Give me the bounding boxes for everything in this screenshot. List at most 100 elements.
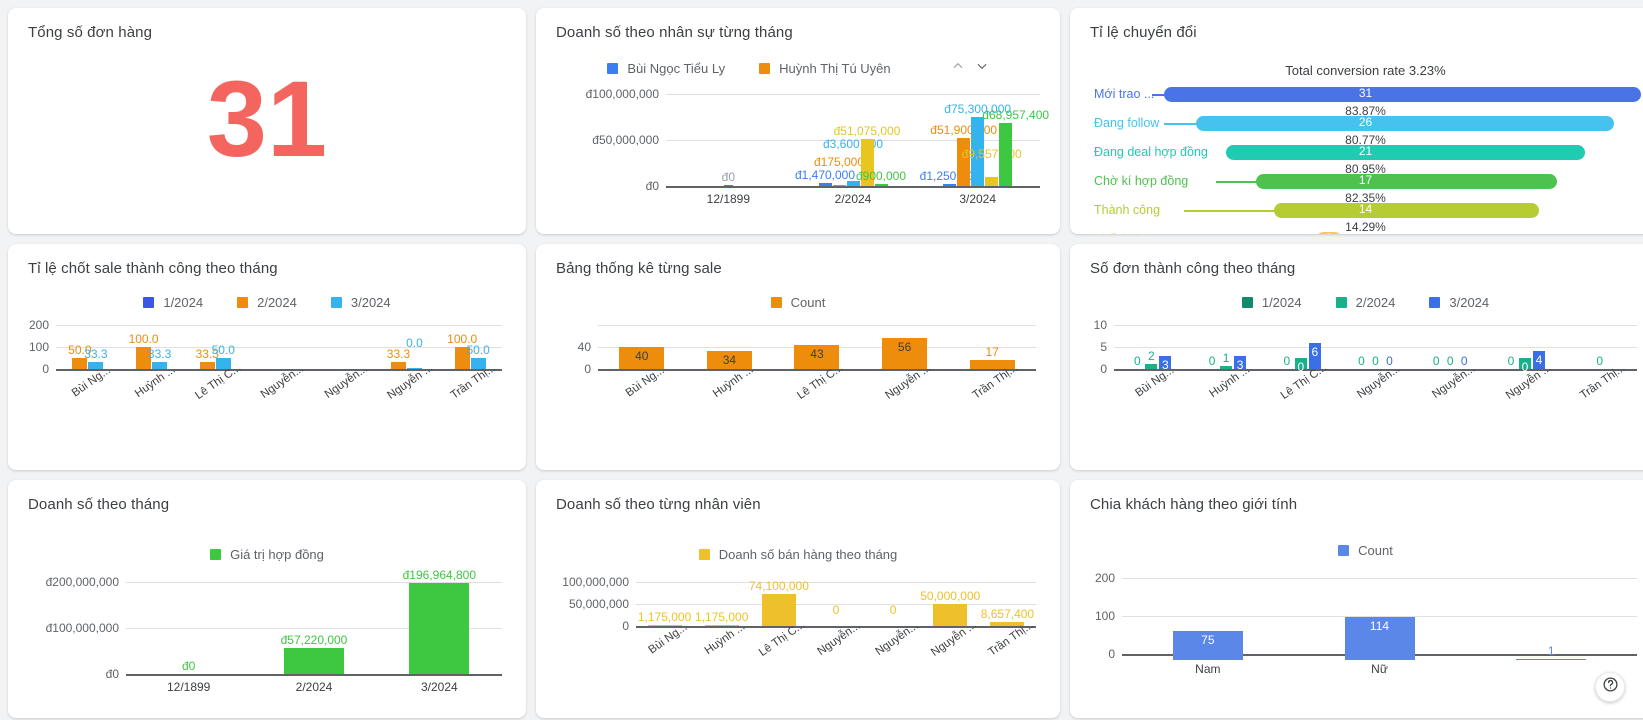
card-total-orders: Tổng số đơn hàng 31 bbox=[8, 8, 526, 234]
legend-item[interactable]: 3/2024 bbox=[330, 295, 391, 310]
legend-item[interactable]: Giá trị hợp đồng bbox=[210, 547, 324, 562]
legend-item[interactable]: 1/2024 bbox=[1241, 295, 1302, 310]
card-gender-split: Chia khách hàng theo giới tính Count 200… bbox=[1070, 480, 1643, 718]
bar[interactable]: đ175,000 bbox=[814, 155, 864, 186]
y-tick-label: 0 bbox=[584, 362, 591, 376]
help-button[interactable] bbox=[1595, 672, 1625, 702]
funnel-pct-row: 14.29% bbox=[1084, 220, 1643, 234]
funnel-pct-row: 80.77% bbox=[1084, 133, 1643, 147]
funnel-stage[interactable]: Đang follow 26 bbox=[1084, 115, 1643, 133]
bar-value-label: đ3,600,000 bbox=[822, 137, 884, 151]
bar[interactable]: 2 bbox=[1145, 349, 1158, 369]
y-tick-label: 0 bbox=[622, 619, 629, 633]
bar-value-label: đ196,964,800 bbox=[402, 568, 477, 582]
bar-value-label: 50.0 bbox=[211, 343, 235, 357]
bar-value-label: 74,100,000 bbox=[748, 579, 809, 593]
legend-label: Huỳnh Thị Tú Uyên bbox=[779, 61, 891, 76]
bar-value-label: 2 bbox=[1148, 349, 1155, 363]
bar[interactable]: đ196,964,800 bbox=[403, 568, 476, 674]
legend-item[interactable]: Bùi Ngọc Tiểu Ly bbox=[607, 61, 725, 76]
legend-label: Bùi Ngọc Tiểu Ly bbox=[627, 61, 726, 76]
card-close-rate: Tỉ lệ chốt sale thành công theo tháng 1/… bbox=[8, 244, 526, 470]
bar-value-label: 33.3 bbox=[84, 347, 108, 361]
bar[interactable]: 0 bbox=[1294, 358, 1307, 374]
bar[interactable]: đ1,250,000 bbox=[920, 169, 980, 186]
legend-item[interactable]: Count bbox=[770, 295, 826, 310]
legend-item[interactable]: 2/2024 bbox=[1335, 295, 1395, 310]
bar[interactable]: đ9,557,400 bbox=[962, 147, 1022, 186]
legend-swatch-icon bbox=[237, 297, 249, 308]
legend-gender-split: Count bbox=[1070, 543, 1643, 558]
bar[interactable]: 74,100,000 bbox=[749, 579, 809, 626]
y-tick-label: 50,000,000 bbox=[568, 597, 629, 611]
funnel-pct-row: 83.87% bbox=[1084, 104, 1643, 118]
bar[interactable]: 1 bbox=[1516, 644, 1587, 660]
funnel-stage[interactable]: Chờ kí hợp đồng 17 bbox=[1084, 173, 1643, 191]
bar-group: đ1,250,000 đ51,900,000 đ75,300,000 đ9,55… bbox=[915, 94, 1049, 186]
card-success-orders: Số đơn thành công theo tháng 1/2024 2/20… bbox=[1070, 244, 1643, 470]
bar[interactable]: đ51,900,000 bbox=[930, 123, 997, 186]
funnel-stage[interactable]: Mới trao ... 31 bbox=[1084, 86, 1643, 104]
x-axis-labels: Nam Nữ bbox=[1122, 662, 1637, 676]
funnel-stage[interactable]: Thất bại 2 bbox=[1084, 231, 1643, 234]
legend-item[interactable]: Doanh số bán hàng theo tháng bbox=[698, 547, 898, 562]
bar[interactable]: 33.3 bbox=[387, 347, 410, 369]
legend-item[interactable]: Count bbox=[1338, 543, 1393, 558]
bar-value-label: đ57,220,000 bbox=[280, 633, 348, 647]
bar-value-label: 0 bbox=[1596, 354, 1604, 368]
x-axis-labels: Bùi Ng... Huỳnh ... Lê Thị C... Nguyễn..… bbox=[56, 362, 502, 402]
legend-item[interactable]: 2/2024 bbox=[237, 295, 297, 310]
funnel-stage-value: 14 bbox=[1358, 202, 1373, 216]
bar[interactable]: đ0 bbox=[722, 170, 735, 186]
bar[interactable]: đ1,470,000 bbox=[795, 168, 855, 186]
bar[interactable]: đ900,000 bbox=[856, 169, 906, 186]
legend-close-rate: 1/2024 2/2024 3/2024 bbox=[8, 295, 526, 310]
x-tick-label: 3/2024 bbox=[959, 192, 997, 206]
funnel-stage-value: 31 bbox=[1358, 86, 1373, 100]
bar-group: đ1,470,000 đ175,000 đ3,600,000 đ51,075,0… bbox=[791, 94, 916, 186]
bar[interactable]: đ68,957,400 bbox=[982, 108, 1049, 186]
bar[interactable]: 1 bbox=[1220, 351, 1233, 369]
legend-item[interactable]: 3/2024 bbox=[1429, 295, 1489, 310]
bar[interactable]: 114 bbox=[1344, 617, 1415, 660]
legend-item[interactable]: Huỳnh Thị Tú Uyên bbox=[759, 61, 891, 76]
bar[interactable]: 50,000,000 bbox=[920, 589, 980, 626]
y-tick-label: 200 bbox=[28, 318, 49, 332]
bar-value-label: 1 bbox=[1222, 351, 1230, 365]
bar-value-label: 0 bbox=[889, 603, 897, 617]
chevron-up-icon[interactable] bbox=[951, 59, 965, 78]
y-tick-label: 0 bbox=[1108, 647, 1115, 661]
bar[interactable]: 56 bbox=[882, 338, 928, 369]
legend-swatch-icon bbox=[770, 297, 782, 308]
bar-value-label: 0 bbox=[1134, 354, 1141, 368]
legend-swatch-icon bbox=[759, 63, 771, 74]
legend-label: Doanh số bán hàng theo tháng bbox=[718, 547, 898, 562]
y-tick-label: 100 bbox=[28, 340, 49, 354]
legend-label: Count bbox=[1358, 543, 1393, 558]
bar-value-label: đ51,075,000 bbox=[833, 124, 901, 138]
bar-value-label: đ175,000 bbox=[813, 155, 865, 169]
chart-title-success-orders: Số đơn thành công theo tháng bbox=[1090, 260, 1296, 277]
legend-item[interactable]: 1/2024 bbox=[143, 295, 203, 310]
bar-group: đ0 bbox=[666, 94, 791, 186]
legend-label: 3/2024 bbox=[350, 295, 391, 310]
plot-sale-stats: 40 0 40 34 43 56 17 Bùi Ng... Huỳnh ... … bbox=[578, 325, 1036, 402]
bar-value-label: đ900,000 bbox=[855, 169, 907, 183]
legend-swatch-icon bbox=[607, 63, 619, 74]
legend-label: Count bbox=[790, 295, 826, 310]
chevron-down-icon[interactable] bbox=[975, 59, 989, 78]
legend-label: Giá trị hợp đồng bbox=[230, 547, 324, 562]
bar-group: 114 bbox=[1294, 584, 1466, 660]
bar-value-label: 0.0 bbox=[406, 336, 423, 350]
bar[interactable]: 75 bbox=[1172, 631, 1243, 660]
bar-series-container: đ0 đ57,220,000 đ196,964,800 bbox=[126, 568, 502, 674]
legend-revenue-by-staff-month: Bùi Ngọc Tiểu Ly Huỳnh Thị Tú Uyên bbox=[536, 59, 1060, 78]
x-axis-labels: 12/1899 2/2024 3/2024 bbox=[666, 192, 1040, 206]
funnel-total-label: Total conversion rate 3.23% bbox=[1285, 63, 1446, 78]
bar[interactable]: đ57,220,000 bbox=[281, 633, 347, 674]
bar[interactable]: 0 bbox=[1518, 358, 1531, 374]
funnel-stage[interactable]: Thành công 14 bbox=[1084, 202, 1643, 220]
legend-label: 2/2024 bbox=[257, 295, 297, 310]
bar[interactable]: 33.3 bbox=[196, 347, 219, 369]
funnel-stage[interactable]: Đang deal hợp đồng 21 bbox=[1084, 144, 1643, 162]
